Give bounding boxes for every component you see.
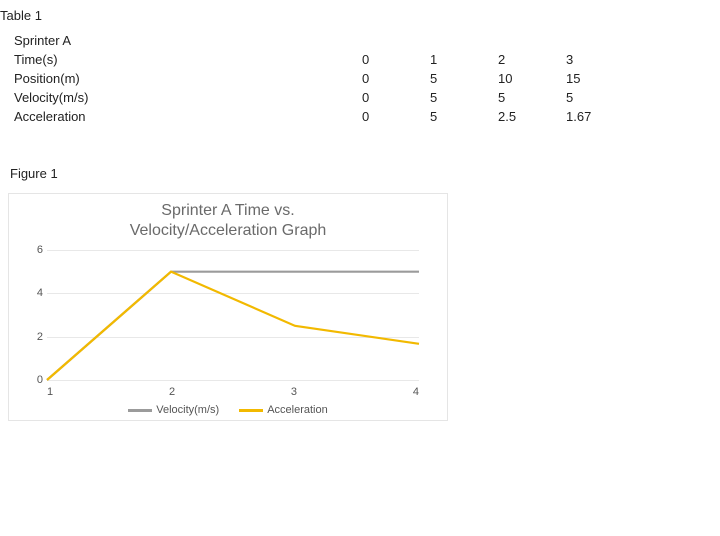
series-line (47, 272, 419, 380)
cell: 10 (494, 69, 562, 88)
table-block: Table 1 Sprinter A Time(s) 0 1 2 3 Posit… (0, 8, 710, 126)
x-tick-label: 3 (291, 386, 297, 398)
cell: 5 (426, 69, 494, 88)
y-tick-label: 2 (19, 331, 43, 343)
table-row: Time(s) 0 1 2 3 (10, 50, 630, 69)
series-line (47, 272, 419, 380)
chart-title-line2: Velocity/Acceleration Graph (17, 222, 439, 240)
cell: 2.5 (494, 107, 562, 126)
cell: 0 (358, 107, 426, 126)
legend-swatch (128, 409, 152, 412)
data-table: Sprinter A Time(s) 0 1 2 3 Position(m) 0… (10, 31, 630, 126)
y-tick-label: 4 (19, 287, 43, 299)
cell: 0 (358, 88, 426, 107)
legend-swatch (239, 409, 263, 412)
row-label: Velocity(m/s) (10, 88, 358, 107)
cell: 5 (562, 88, 630, 107)
legend-item: Velocity(m/s) (128, 404, 219, 416)
legend-label: Acceleration (267, 404, 328, 416)
y-tick-label: 6 (19, 244, 43, 256)
cell: 2 (494, 50, 562, 69)
legend-item: Acceleration (239, 404, 328, 416)
plot-area: 0246 1234 (47, 250, 419, 380)
cell: 5 (426, 88, 494, 107)
row-label: Position(m) (10, 69, 358, 88)
x-axis: 1 2 3 4 (47, 386, 419, 398)
table-row: Sprinter A (10, 31, 630, 50)
cell: 1 (426, 50, 494, 69)
row-label: Time(s) (10, 50, 358, 69)
chart-svg (47, 250, 419, 380)
y-axis: 0246 (19, 250, 43, 380)
cell: 0 (358, 69, 426, 88)
x-tick-label: 4 (413, 386, 419, 398)
x-tick-label: 2 (169, 386, 175, 398)
row-label: Acceleration (10, 107, 358, 126)
legend: Velocity(m/s) Acceleration (17, 404, 439, 416)
table-row: Acceleration 0 5 2.5 1.67 (10, 107, 630, 126)
x-tick-label: 1 (47, 386, 53, 398)
table-row: Velocity(m/s) 0 5 5 5 (10, 88, 630, 107)
cell: 5 (494, 88, 562, 107)
table-row: Position(m) 0 5 10 15 (10, 69, 630, 88)
table-title: Table 1 (0, 8, 710, 23)
cell: 0 (358, 50, 426, 69)
table-row-header: Sprinter A (10, 31, 358, 50)
legend-label: Velocity(m/s) (156, 404, 219, 416)
cell: 3 (562, 50, 630, 69)
cell: 1.67 (562, 107, 630, 126)
gridline (47, 380, 419, 381)
chart-title-line1: Sprinter A Time vs. (17, 202, 439, 220)
y-tick-label: 0 (19, 374, 43, 386)
cell: 15 (562, 69, 630, 88)
cell: 5 (426, 107, 494, 126)
chart-card: Sprinter A Time vs. Velocity/Acceleratio… (8, 193, 448, 421)
figure-label: Figure 1 (10, 166, 710, 181)
